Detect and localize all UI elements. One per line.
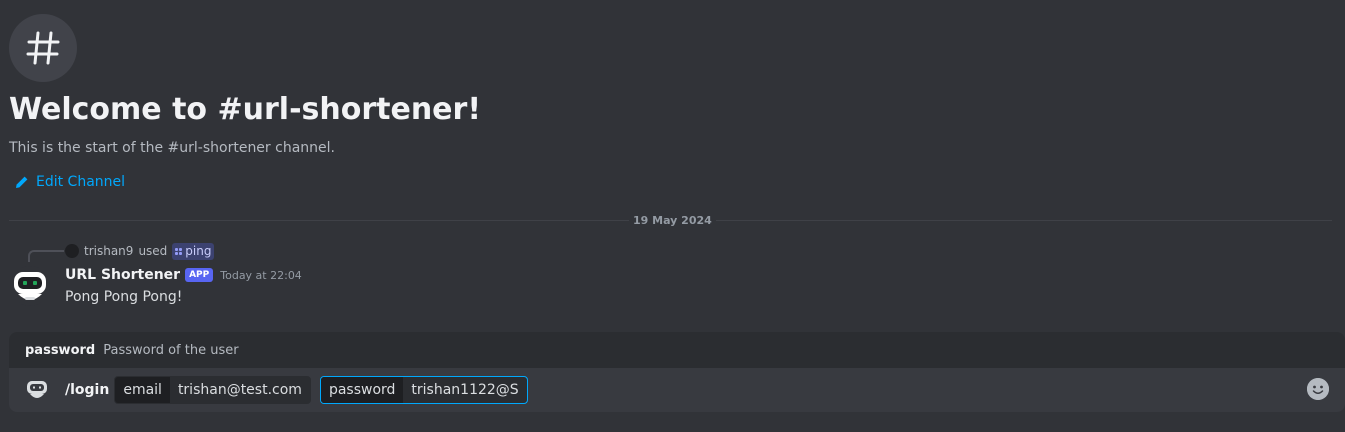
reply-context[interactable]: trishan9 used ping [65,242,215,260]
option-field-password[interactable]: password trishan1122@S [319,376,528,404]
welcome-title: Welcome to #url-shortener! [9,92,482,127]
option-field-email[interactable]: email trishan@test.com [114,376,311,404]
emoji-smile-icon [1307,378,1329,400]
option-description: Password of the user [103,342,239,358]
app-command-icon [175,247,183,255]
replied-user-avatar [65,244,79,258]
emoji-button[interactable] [1307,378,1329,400]
message-composer[interactable]: password Password of the user /login ema… [9,332,1345,412]
date-divider-label: 19 May 2024 [629,213,716,229]
bot-app-icon [27,381,47,398]
option-field-value[interactable]: trishan@test.com [170,377,310,403]
option-hint-bar: password Password of the user [9,332,1345,368]
bot-avatar[interactable] [10,266,50,306]
message-author[interactable]: URL Shortener [65,267,180,283]
message-header: URL Shortener APP Today at 22:04 [65,265,302,285]
channel-hashtag-icon [9,14,77,82]
option-field-value[interactable]: trishan1122@S [403,377,526,403]
composer-input-row[interactable]: /login email trishan@test.com password t… [9,368,1345,412]
message-timestamp[interactable]: Today at 22:04 [220,269,302,282]
option-field-label: password [320,377,404,403]
replied-username[interactable]: trishan9 [84,244,133,258]
message-content: Pong Pong Pong! [65,289,183,305]
welcome-subtitle: This is the start of the #url-shortener … [9,140,335,156]
option-field-label: email [115,377,170,403]
reply-used-text: used [138,244,168,258]
robot-icon [14,272,46,300]
slash-command: /login [65,382,110,398]
reply-spine [28,250,64,262]
app-badge: APP [185,268,214,282]
edit-channel-button[interactable]: Edit Channel [15,171,125,193]
command-mention-label: ping [185,244,212,258]
hashtag-icon [26,31,60,65]
pencil-icon [16,176,28,188]
command-mention[interactable]: ping [172,242,215,260]
option-name: password [25,342,96,358]
edit-channel-label: Edit Channel [36,174,126,190]
